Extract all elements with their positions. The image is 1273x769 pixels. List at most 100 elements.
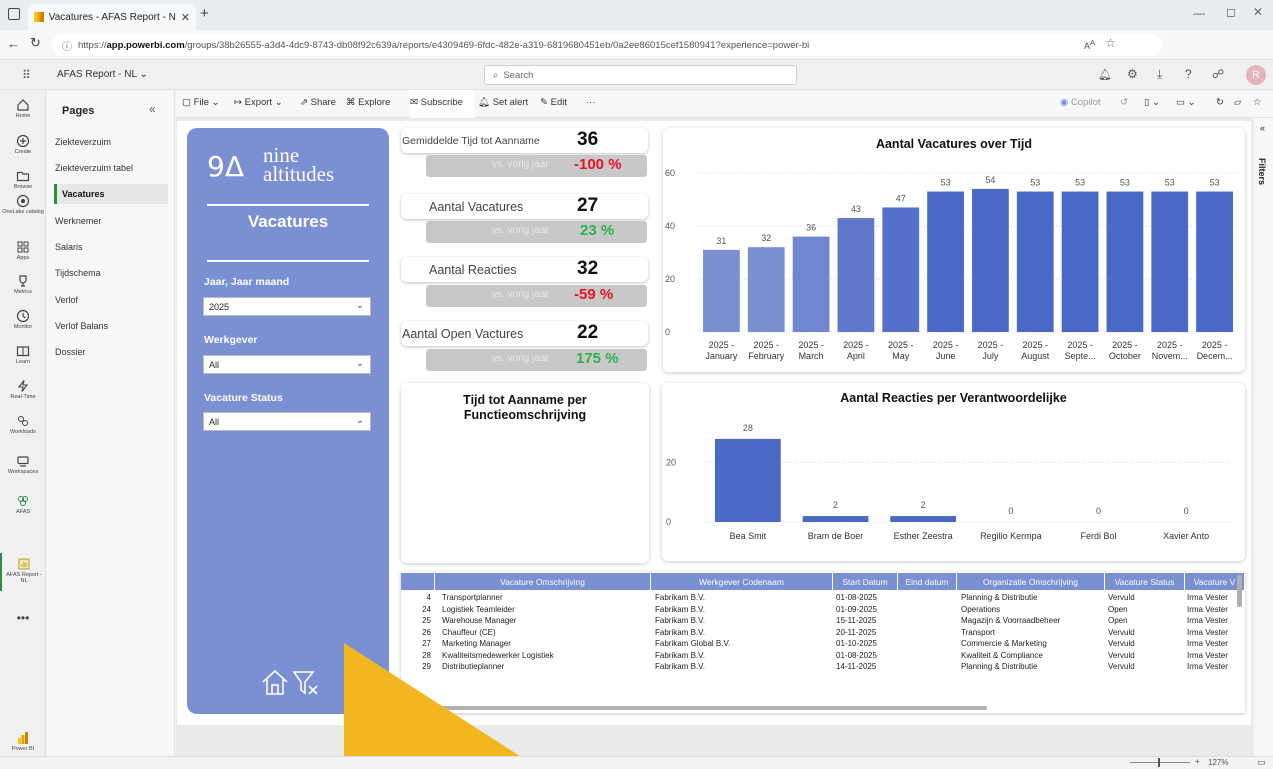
- download-icon[interactable]: ⤓: [1157, 67, 1162, 82]
- employer-slicer-dropdown[interactable]: All ⌄: [203, 355, 371, 374]
- table-cell: 01-08-2025: [836, 593, 877, 602]
- table-header-cell[interactable]: Vacature Omschrijving: [435, 573, 651, 590]
- table-row[interactable]: 26 Chauffeur (CE) Fabrikam B.V. 20-11-2025 T…: [401, 628, 1245, 639]
- settings-gear-icon[interactable]: ⚙: [1127, 67, 1138, 81]
- table-cell: 4: [426, 593, 431, 602]
- chart-card-reacties-per-verantwoordelijke[interactable]: Aantal Reacties per Verantwoordelijke 02…: [662, 383, 1245, 561]
- table-header-cell[interactable]: Werkgever Codenaam: [651, 573, 833, 590]
- fit-to-page-icon[interactable]: ▭: [1257, 757, 1266, 768]
- table-row[interactable]: 4 Transportplanner Fabrikam B.V. 01-08-2025…: [401, 593, 1245, 604]
- url-field[interactable]: ⓘ https://app.powerbi.com/groups/38b2655…: [52, 34, 1162, 56]
- rail-workloads[interactable]: Workloads: [0, 414, 46, 435]
- table-header-cell[interactable]: Organizatie Omschrijving: [957, 573, 1105, 590]
- table-row[interactable]: 25 Warehouse Manager Fabrikam B.V. 15-11-20…: [401, 616, 1245, 627]
- kpi-delta: 23 %: [580, 222, 615, 239]
- table-header-cell[interactable]: Vacature Status: [1105, 573, 1185, 590]
- create-plus-icon: [16, 134, 30, 148]
- report-name-dropdown[interactable]: AFAS Report - NL ⌄: [57, 69, 148, 80]
- copilot-button[interactable]: ◉ Copilot: [1060, 97, 1101, 108]
- page-item[interactable]: Ziekteverzuim: [55, 137, 111, 147]
- tab-actions-icon[interactable]: [8, 8, 20, 20]
- app-launcher-icon[interactable]: ⠿: [22, 68, 31, 82]
- refresh-icon[interactable]: ↻: [30, 35, 41, 51]
- new-tab-icon[interactable]: +: [200, 5, 209, 22]
- vertical-scrollbar[interactable]: [1237, 575, 1242, 607]
- rail-apps[interactable]: Apps: [0, 240, 46, 261]
- bookmark-icon[interactable]: ▯ ⌄: [1144, 97, 1160, 108]
- rail-create[interactable]: Create: [0, 134, 46, 155]
- view-icon[interactable]: ▭ ⌄: [1176, 97, 1196, 108]
- restore-icon[interactable]: ◻: [1226, 5, 1236, 19]
- share-button[interactable]: ⇗ Share: [300, 97, 336, 108]
- rail-workspaces[interactable]: Workspaces: [0, 454, 46, 475]
- chart-card-tijd-tot-aanname[interactable]: Tijd tot Aanname per Functieomschrijving: [401, 383, 649, 563]
- refresh-visuals-icon[interactable]: ↻: [1216, 97, 1224, 108]
- clear-filters-icon[interactable]: [291, 668, 321, 698]
- table-header-cell[interactable]: Start Datum: [833, 573, 898, 590]
- rail-monitor[interactable]: Monitor: [0, 309, 46, 330]
- home-icon[interactable]: [259, 666, 291, 698]
- rail-browse[interactable]: Browse: [0, 169, 46, 190]
- export-menu[interactable]: ↦ Export ⌄: [234, 97, 283, 108]
- more-actions-icon[interactable]: ···: [586, 97, 596, 108]
- table-header-cell[interactable]: [401, 573, 435, 590]
- rail-label: OneLake catalog: [2, 209, 44, 215]
- comment-icon[interactable]: ▱: [1234, 97, 1241, 108]
- chart-card-vacatures-over-tijd[interactable]: Aantal Vacatures over Tijd 0 20 40 60 31 2025…: [663, 128, 1245, 372]
- site-info-icon[interactable]: ⓘ: [62, 38, 72, 53]
- year-slicer-dropdown[interactable]: 2025 ⌄: [203, 297, 371, 316]
- read-aloud-icon[interactable]: AA: [1084, 38, 1095, 51]
- reset-icon[interactable]: ↺: [1120, 97, 1128, 108]
- explore-button[interactable]: ⌘ Explore: [346, 97, 390, 108]
- share-feedback-icon[interactable]: ☍: [1212, 67, 1224, 81]
- rail-afas[interactable]: AFAS: [0, 494, 46, 515]
- rail-metrics[interactable]: Metrics: [0, 274, 46, 295]
- kpi-comparison: vs. vorig jaar -100 %: [426, 155, 647, 177]
- rail-learn[interactable]: Learn: [0, 344, 46, 365]
- table-header-cell[interactable]: Eind datum: [898, 573, 957, 590]
- set-alert-button[interactable]: 🔔︎ Set alert: [478, 97, 528, 108]
- page-item-active[interactable]: Vacatures: [54, 184, 168, 204]
- chevron-down-icon: ⌄: [355, 300, 364, 311]
- page-item[interactable]: Werknemer: [55, 216, 101, 226]
- notifications-icon[interactable]: 🔔︎: [1098, 68, 1112, 81]
- page-item[interactable]: Ziekteverzuim tabel: [55, 163, 133, 173]
- kpi-vs-label: vs. vorig jaar: [492, 353, 549, 364]
- page-item[interactable]: Dossier: [55, 347, 86, 357]
- search-input[interactable]: ⌕ Search: [484, 65, 797, 85]
- browser-tab[interactable]: Vacatures - AFAS Report - NL - Po ✕: [28, 4, 196, 30]
- rail-label: Metrics: [14, 289, 32, 295]
- zoom-slider[interactable]: [1130, 762, 1190, 763]
- page-item[interactable]: Salaris: [55, 242, 83, 252]
- status-slicer-dropdown[interactable]: All ⌄: [203, 412, 371, 431]
- rail-home[interactable]: Home: [0, 98, 46, 119]
- rail-onelake[interactable]: OneLake catalog: [0, 194, 46, 215]
- table-row[interactable]: 24 Logistiek Teamleider Fabrikam B.V. 01-09…: [401, 605, 1245, 616]
- rail-afas-report[interactable]: AFAS Report - NL: [0, 553, 46, 591]
- rail-label: AFAS: [15, 509, 31, 515]
- help-icon[interactable]: ?: [1185, 67, 1192, 81]
- edit-button[interactable]: ✎ Edit: [540, 97, 567, 108]
- filters-pane-collapsed[interactable]: « Filters: [1255, 118, 1273, 756]
- avatar[interactable]: R: [1246, 65, 1266, 85]
- page-item[interactable]: Verlof Balans: [55, 321, 108, 331]
- minimize-icon[interactable]: —: [1193, 6, 1205, 20]
- page-item[interactable]: Tijdschema: [55, 268, 101, 278]
- vacatures-bar-chart: 0204060312025 -January322025 -February36…: [665, 168, 1237, 361]
- close-tab-icon[interactable]: ✕: [181, 11, 190, 24]
- back-icon[interactable]: ←: [7, 36, 20, 51]
- favorite-icon[interactable]: ☆: [1253, 97, 1262, 108]
- zoom-slider-thumb[interactable]: [1158, 758, 1160, 767]
- rail-realtime[interactable]: Real-Time: [0, 379, 46, 400]
- kpi-card-aantal-vacatures: Aantal Vacatures 27: [401, 194, 648, 219]
- close-window-icon[interactable]: ✕: [1253, 5, 1263, 19]
- subscribe-button[interactable]: ✉ Subscribe: [410, 90, 474, 118]
- collapse-pages-icon[interactable]: «: [149, 102, 156, 116]
- file-menu[interactable]: ▢ File ⌄: [182, 97, 220, 108]
- zoom-in-icon[interactable]: +: [1195, 757, 1200, 766]
- rail-powerbi[interactable]: Power BI: [0, 731, 46, 752]
- favorite-star-icon[interactable]: ☆: [1105, 36, 1116, 50]
- page-item[interactable]: Verlof: [55, 295, 78, 305]
- more-options-icon[interactable]: •••: [0, 611, 46, 625]
- table-header-cell[interactable]: Vacature V: [1185, 573, 1245, 590]
